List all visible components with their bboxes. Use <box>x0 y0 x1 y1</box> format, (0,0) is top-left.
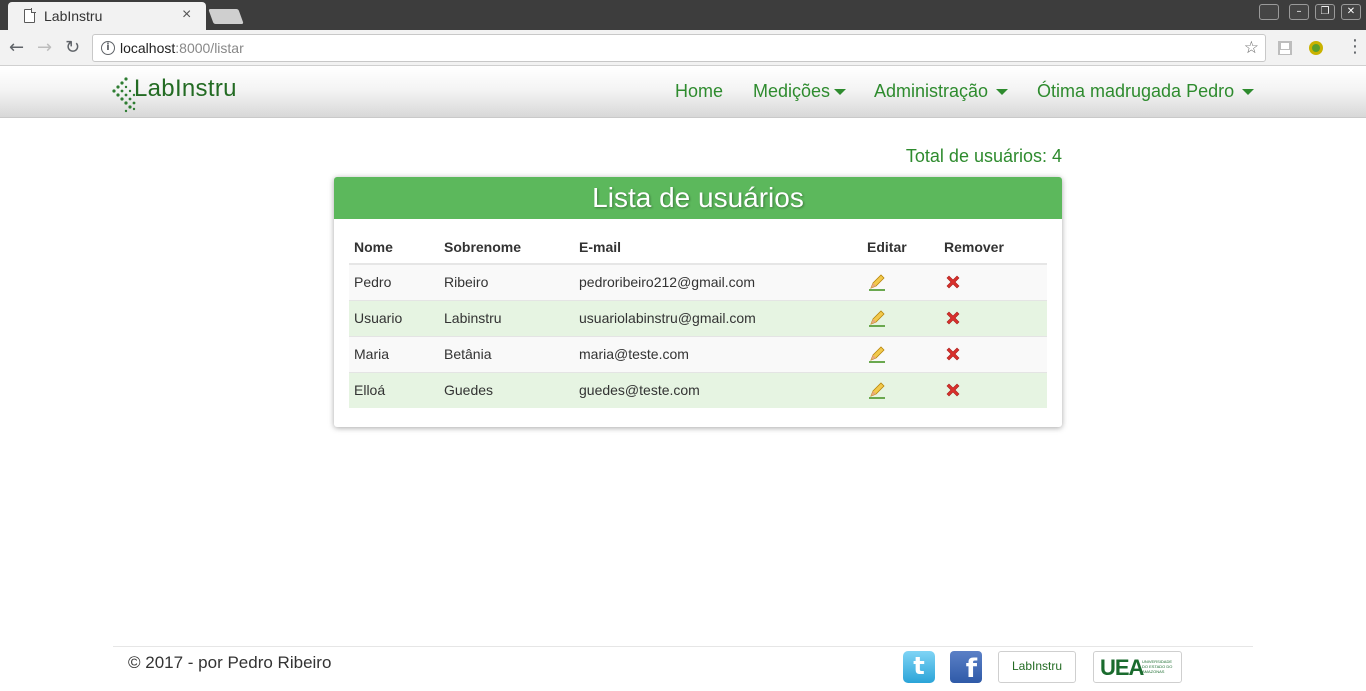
cell-nome: Usuario <box>349 300 439 337</box>
uea-logo-subtitle: UNIVERSIDADE DO ESTADO DO AMAZONAS <box>1142 659 1173 674</box>
profile-icon[interactable] <box>1259 4 1279 20</box>
nav-medicoes[interactable]: Medições <box>753 81 847 102</box>
reload-icon[interactable]: ↻ <box>65 37 80 58</box>
nav-home[interactable]: Home <box>675 81 723 102</box>
labinstru-badge[interactable]: LabInstru <box>998 651 1076 683</box>
uea-logo-text: UEA <box>1100 655 1144 680</box>
cell-nome: Maria <box>349 336 439 373</box>
menu-icon[interactable]: ⋮ <box>1346 36 1364 57</box>
nav-user-menu[interactable]: Ótima madrugada Pedro <box>1037 81 1255 102</box>
app-navbar: LabInstru Home Medições Administração Ót… <box>0 67 1366 118</box>
nav-medicoes-label: Medições <box>753 81 831 101</box>
table-header-row: Nome Sobrenome E-mail Editar Remover <box>349 233 1047 265</box>
forward-icon[interactable]: → <box>37 37 52 58</box>
total-users-label: Total de usuários: 4 <box>905 146 1062 166</box>
footer-divider <box>113 646 1253 647</box>
nav-administracao[interactable]: Administração <box>874 81 1009 102</box>
brand-logo[interactable]: LabInstru <box>112 72 252 114</box>
cell-nome: Pedro <box>349 263 439 301</box>
column-header-nome: Nome <box>349 233 439 265</box>
table-row: Pedro Ribeiro pedroribeiro212@gmail.com <box>349 263 1047 301</box>
address-bar[interactable]: i localhost:8000/listar ☆ <box>92 34 1266 62</box>
cell-editar <box>862 372 939 408</box>
red-x-icon[interactable] <box>944 345 962 363</box>
tab-title: LabInstru <box>44 8 103 24</box>
cell-nome: Elloá <box>349 372 439 408</box>
pencil-icon[interactable] <box>867 380 887 400</box>
brand-name: LabInstru <box>134 75 237 102</box>
labinstru-badge-label: LabInstru <box>1012 659 1063 673</box>
panel-title: Lista de usuários <box>592 182 804 213</box>
cell-remover <box>939 300 1047 337</box>
table-row: Usuario Labinstru usuariolabinstru@gmail… <box>349 300 1047 337</box>
caret-down-icon <box>834 89 847 96</box>
caret-down-icon <box>996 89 1009 96</box>
cell-editar <box>862 336 939 373</box>
back-icon[interactable]: ← <box>9 37 24 58</box>
pencil-icon[interactable] <box>867 272 887 292</box>
cell-email: usuariolabinstru@gmail.com <box>574 300 862 337</box>
logo-dots-icon <box>112 77 136 113</box>
cell-sobrenome: Guedes <box>439 372 574 408</box>
cell-remover <box>939 336 1047 373</box>
red-x-icon[interactable] <box>944 309 962 327</box>
column-header-editar: Editar <box>862 233 939 265</box>
cell-email: guedes@teste.com <box>574 372 862 408</box>
red-x-icon[interactable] <box>944 381 962 399</box>
cell-editar <box>862 300 939 337</box>
user-greeting-label: Ótima madrugada Pedro <box>1037 81 1235 101</box>
users-table: Nome Sobrenome E-mail Editar Remover Ped… <box>349 233 1047 408</box>
new-tab-button[interactable] <box>208 9 244 24</box>
browser-tab-strip: LabInstru × – ❐ ✕ <box>0 0 1366 30</box>
tab-close-icon[interactable]: × <box>182 6 191 24</box>
minimize-button[interactable]: – <box>1289 4 1309 20</box>
red-x-icon[interactable] <box>944 273 962 291</box>
caret-down-icon <box>1242 89 1255 96</box>
cell-sobrenome: Ribeiro <box>439 263 574 301</box>
facebook-icon[interactable]: f <box>950 651 982 684</box>
pencil-icon[interactable] <box>867 308 887 328</box>
bookmark-star-icon[interactable]: ☆ <box>1244 38 1259 58</box>
column-header-sobrenome: Sobrenome <box>439 233 574 265</box>
cell-remover <box>939 263 1047 301</box>
column-header-remover: Remover <box>939 233 1047 265</box>
uea-badge[interactable]: UEA UNIVERSIDADE DO ESTADO DO AMAZONAS <box>1093 651 1182 683</box>
table-row: Elloá Guedes guedes@teste.com <box>349 372 1047 408</box>
panel-header: Lista de usuários <box>334 177 1062 219</box>
table-row: Maria Betânia maria@teste.com <box>349 336 1047 373</box>
cell-sobrenome: Betânia <box>439 336 574 373</box>
browser-toolbar: ← → ↻ i localhost:8000/listar ☆ ⋮ <box>0 30 1366 66</box>
maximize-button[interactable]: ❐ <box>1315 4 1335 20</box>
column-header-email: E-mail <box>574 233 862 265</box>
twitter-icon[interactable]: t <box>903 651 935 683</box>
cell-email: pedroribeiro212@gmail.com <box>574 263 862 301</box>
pencil-icon[interactable] <box>867 344 887 364</box>
info-icon[interactable]: i <box>101 41 115 55</box>
cell-remover <box>939 372 1047 408</box>
cell-email: maria@teste.com <box>574 336 862 373</box>
cell-sobrenome: Labinstru <box>439 300 574 337</box>
footer-copyright: © 2017 - por Pedro Ribeiro <box>128 653 332 672</box>
users-panel: Lista de usuários Nome Sobrenome E-mail … <box>334 177 1062 427</box>
nav-administracao-label: Administração <box>874 81 989 101</box>
window-close-button[interactable]: ✕ <box>1341 4 1361 20</box>
browser-tab[interactable]: LabInstru × <box>8 2 206 30</box>
cell-editar <box>862 263 939 301</box>
android-extension-icon[interactable] <box>1308 40 1324 56</box>
extension-icon[interactable] <box>1277 40 1293 56</box>
document-icon <box>24 8 36 23</box>
url-text[interactable]: localhost:8000/listar <box>120 40 244 56</box>
